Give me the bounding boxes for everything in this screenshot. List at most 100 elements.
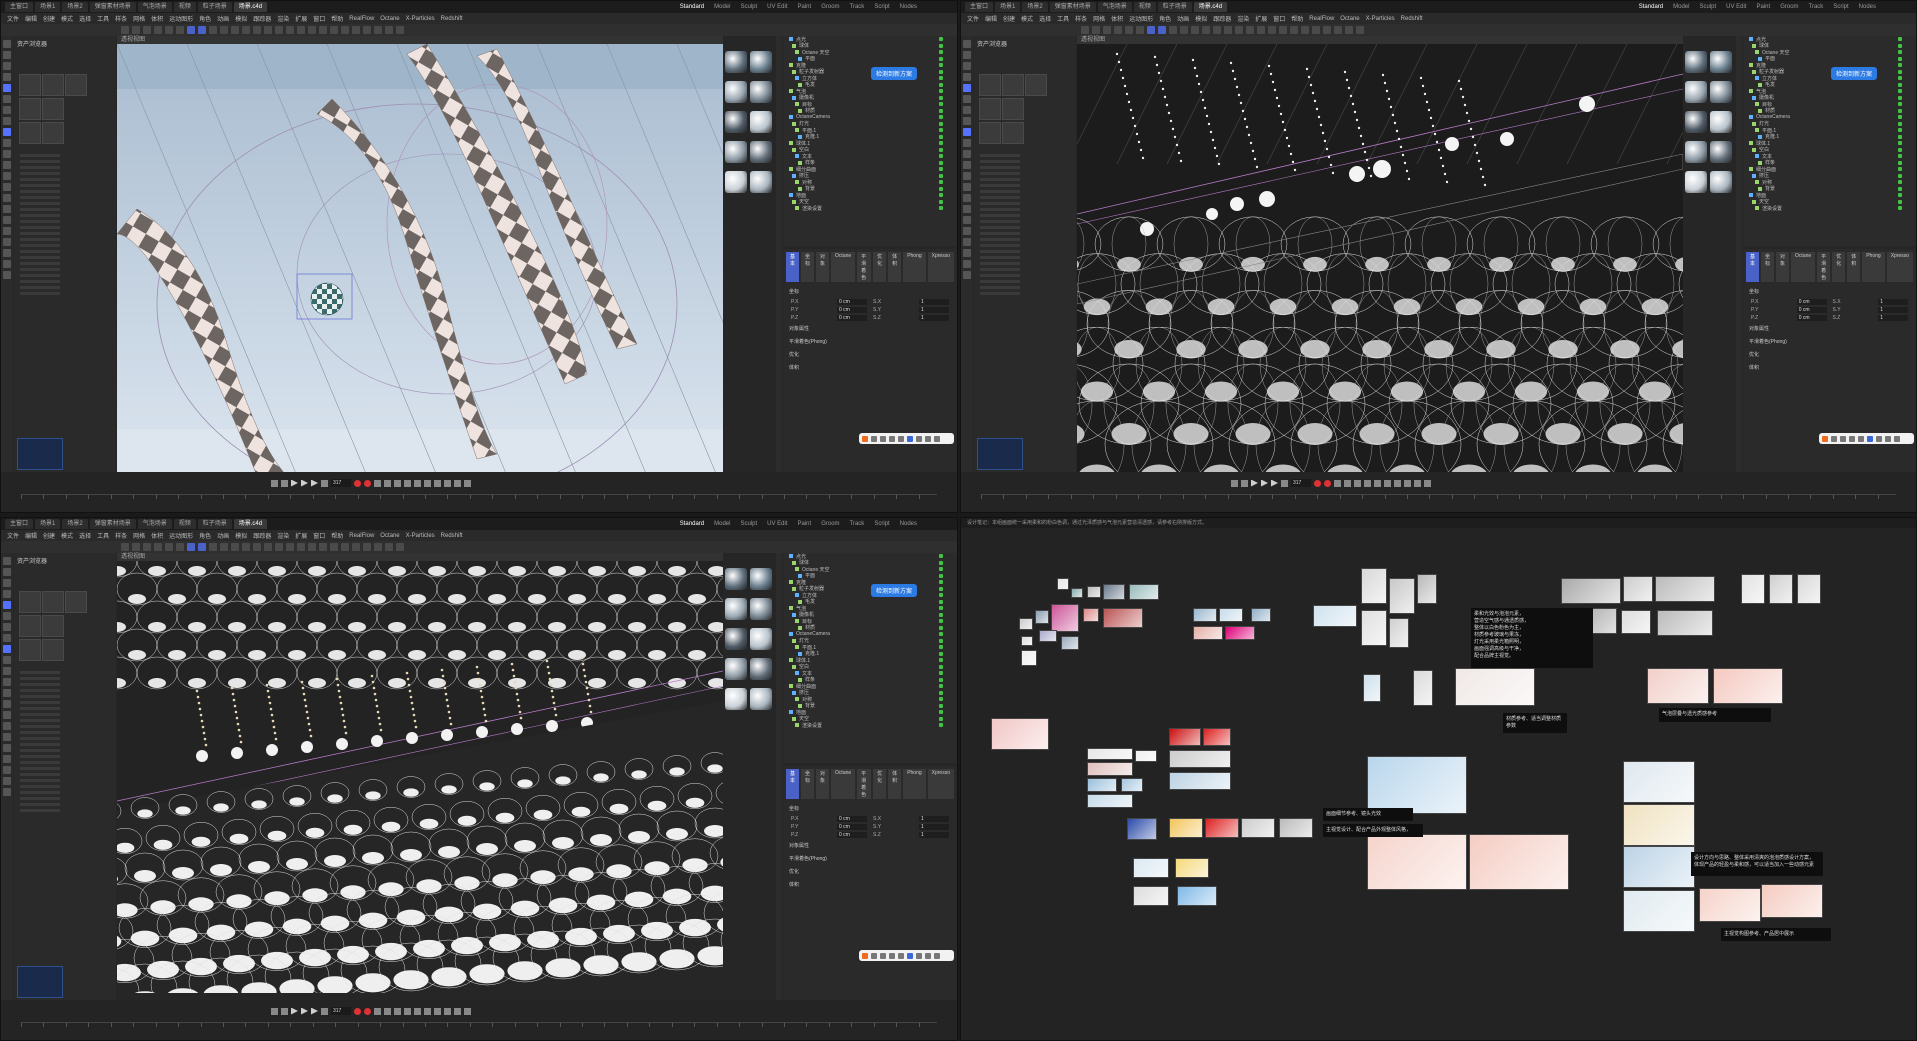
toolbar-tool-icon[interactable]: [176, 26, 184, 34]
play-icon[interactable]: [311, 479, 318, 487]
visibility-check-icon[interactable]: [939, 645, 943, 650]
current-frame-field[interactable]: 317: [331, 479, 351, 487]
toolbar-tool-icon[interactable]: [132, 26, 140, 34]
moodboard-image[interactable]: [1561, 578, 1621, 604]
material-swatch[interactable]: [750, 111, 772, 133]
tool-icon[interactable]: [3, 84, 11, 92]
material-swatch[interactable]: [1710, 111, 1732, 133]
asset-thumbnail[interactable]: [42, 591, 64, 613]
visibility-check-icon[interactable]: [939, 102, 943, 107]
timeline-tool-icon[interactable]: [464, 479, 471, 487]
toolbar-tool-icon[interactable]: [154, 26, 162, 34]
timeline-tool-icon[interactable]: [454, 1007, 461, 1015]
menu-item[interactable]: 文件: [7, 531, 19, 540]
asset-list-row[interactable]: [20, 184, 60, 187]
menu-item[interactable]: Octane: [380, 16, 399, 22]
menu-item[interactable]: 文件: [7, 14, 19, 23]
moodboard-image[interactable]: [1083, 608, 1099, 622]
record-icon[interactable]: [354, 479, 361, 487]
visibility-check-icon[interactable]: [1898, 186, 1902, 191]
floating-tool-icon[interactable]: [871, 952, 877, 959]
asset-thumbnail[interactable]: [19, 98, 41, 120]
asset-list-row[interactable]: [20, 154, 60, 157]
toolbar-tool-icon[interactable]: [1268, 26, 1276, 34]
attribute-value-field[interactable]: 0 cm: [837, 824, 867, 830]
document-tab[interactable]: 场景.c4d: [233, 2, 268, 12]
asset-list-row[interactable]: [20, 286, 60, 289]
attribute-section-header[interactable]: 对象属性: [1743, 322, 1916, 335]
floating-tool-icon[interactable]: [1858, 435, 1864, 442]
visibility-check-icon[interactable]: [1898, 115, 1902, 120]
moodboard-image[interactable]: [1623, 804, 1695, 846]
menu-item[interactable]: 模式: [61, 14, 73, 23]
toolbar-tool-icon[interactable]: [187, 26, 195, 34]
menu-item[interactable]: X-Particles: [406, 533, 435, 539]
moodboard-image[interactable]: [1061, 636, 1079, 650]
attribute-value-field[interactable]: 0 cm: [1796, 315, 1827, 321]
timeline-tool-icon[interactable]: [454, 479, 461, 487]
tool-icon[interactable]: [3, 205, 11, 213]
visibility-check-icon[interactable]: [939, 180, 943, 185]
asset-thumbnail[interactable]: [979, 98, 1001, 120]
asset-list-row[interactable]: [980, 220, 1020, 223]
layout-script[interactable]: Script: [874, 518, 889, 530]
moodboard-image[interactable]: [1713, 668, 1783, 704]
material-swatch[interactable]: [1685, 111, 1707, 133]
tool-icon[interactable]: [963, 84, 971, 92]
attribute-section-header[interactable]: 体积: [1743, 361, 1916, 374]
notification-badge[interactable]: 检测到新方案: [871, 67, 918, 80]
layout-standard[interactable]: Standard: [679, 518, 705, 531]
floating-tool-icon[interactable]: [907, 952, 913, 959]
asset-thumbnail[interactable]: [19, 591, 41, 613]
floating-tool-icon[interactable]: [916, 952, 922, 959]
asset-list-row[interactable]: [20, 190, 60, 193]
moodboard-image[interactable]: [1699, 888, 1761, 922]
floating-tool-icon[interactable]: [1849, 435, 1855, 442]
moodboard-image[interactable]: [1655, 576, 1715, 602]
visibility-check-icon[interactable]: [1898, 82, 1902, 87]
attribute-value-field[interactable]: 0 cm: [837, 307, 867, 313]
attribute-tab[interactable]: Xpresso: [1886, 252, 1914, 282]
menu-item[interactable]: 样条: [1075, 14, 1087, 23]
menu-item[interactable]: 样条: [115, 531, 127, 540]
material-swatch[interactable]: [750, 51, 772, 73]
visibility-check-icon[interactable]: [939, 69, 943, 74]
asset-list-row[interactable]: [980, 154, 1020, 157]
object-row[interactable]: 渲染设置: [783, 205, 957, 212]
material-swatch[interactable]: [725, 111, 747, 133]
play-icon[interactable]: [1271, 479, 1278, 487]
moodboard-image[interactable]: [1417, 574, 1437, 604]
toolbar-tool-icon[interactable]: [264, 26, 272, 34]
asset-list-row[interactable]: [20, 755, 60, 758]
toolbar-tool-icon[interactable]: [209, 543, 217, 551]
visibility-check-icon[interactable]: [1898, 154, 1902, 159]
layout-nodes[interactable]: Nodes: [900, 518, 917, 530]
toolbar-tool-icon[interactable]: [1136, 26, 1144, 34]
floating-tool-icon[interactable]: [880, 952, 886, 959]
visibility-check-icon[interactable]: [939, 632, 943, 637]
material-swatch[interactable]: [1685, 141, 1707, 163]
visibility-check-icon[interactable]: [939, 37, 943, 42]
moodboard-image[interactable]: [1647, 668, 1709, 704]
toolbar-tool-icon[interactable]: [286, 26, 294, 34]
visibility-check-icon[interactable]: [939, 580, 943, 585]
asset-list-row[interactable]: [20, 683, 60, 686]
visibility-check-icon[interactable]: [1898, 69, 1902, 74]
tool-icon[interactable]: [963, 183, 971, 191]
tool-icon[interactable]: [3, 612, 11, 620]
toolbar-tool-icon[interactable]: [154, 543, 162, 551]
moodboard-image[interactable]: [1121, 778, 1143, 792]
document-tab[interactable]: 视频: [173, 519, 196, 529]
visibility-check-icon[interactable]: [1898, 160, 1902, 165]
material-swatch[interactable]: [1710, 81, 1732, 103]
toolbar-tool-icon[interactable]: [165, 543, 173, 551]
tool-icon[interactable]: [963, 227, 971, 235]
visibility-check-icon[interactable]: [939, 586, 943, 591]
viewport-canvas[interactable]: [117, 44, 723, 476]
attribute-section-header[interactable]: 对象属性: [783, 839, 957, 852]
visibility-check-icon[interactable]: [1898, 108, 1902, 113]
attribute-section-header[interactable]: 对象属性: [783, 322, 957, 335]
object-row[interactable]: 渲染设置: [783, 722, 957, 729]
asset-list-row[interactable]: [20, 292, 60, 295]
floating-tool-icon[interactable]: [898, 952, 904, 959]
